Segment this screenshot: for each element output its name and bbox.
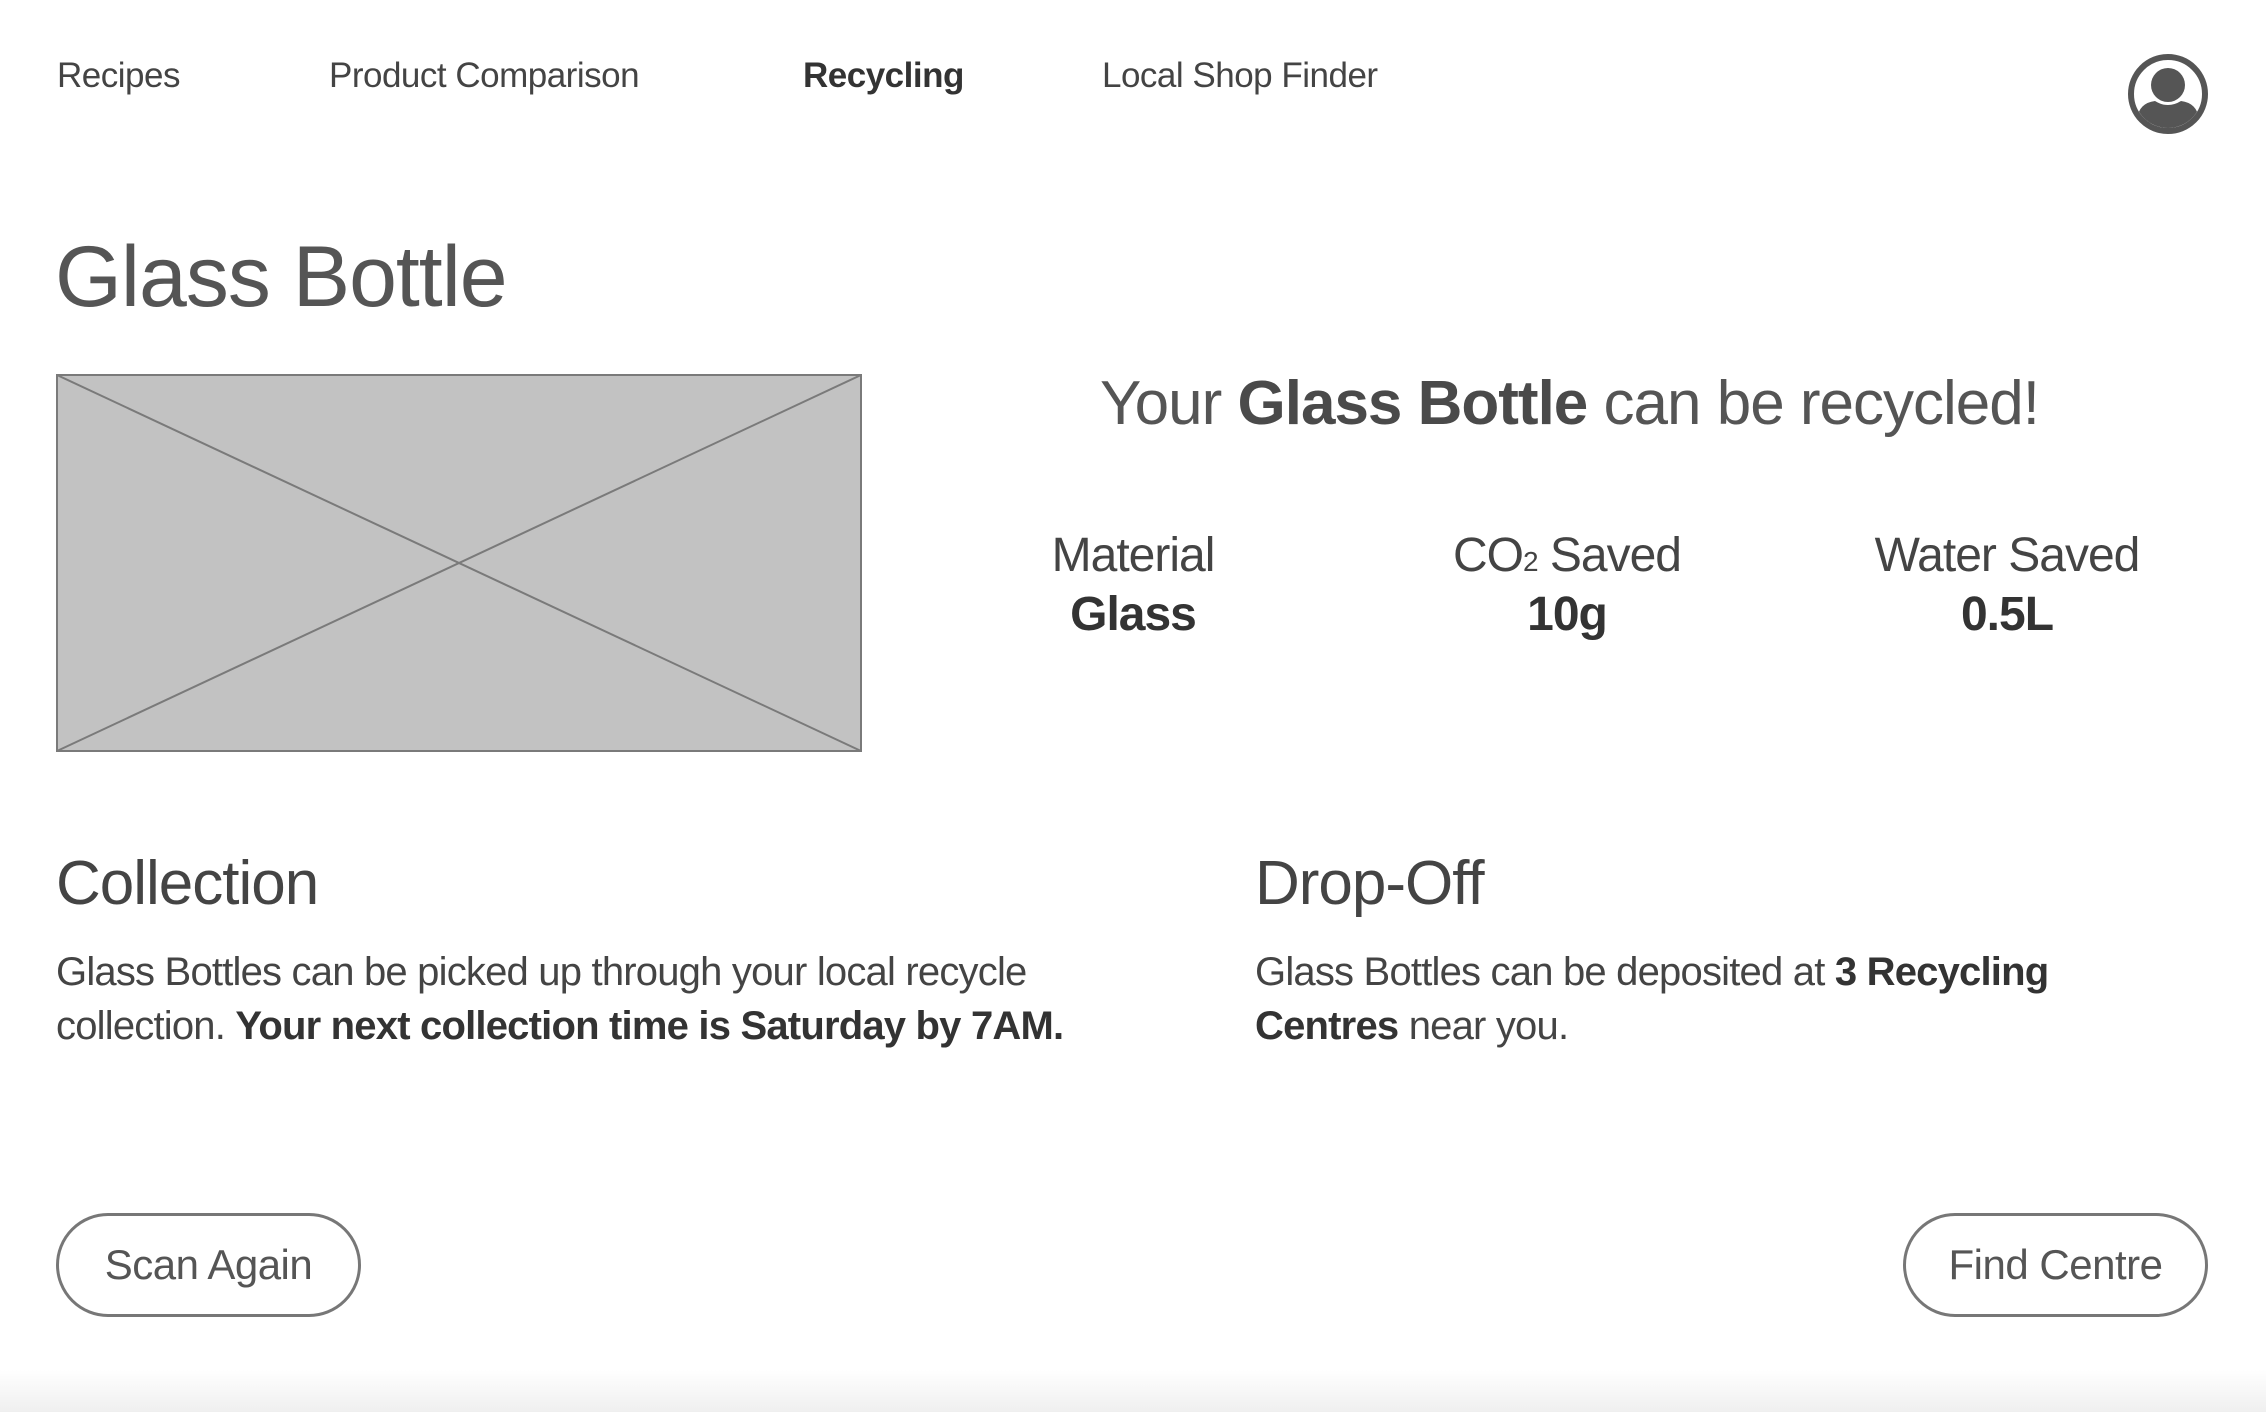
nav-item-recipes[interactable]: Recipes	[57, 56, 180, 96]
collection-description: Glass Bottles can be picked up through y…	[56, 945, 1176, 1053]
stat-value: 0.5L	[1960, 588, 2054, 641]
image-placeholder-icon	[56, 374, 862, 752]
stat-label-subscript: 2	[1522, 546, 1539, 577]
user-avatar-button[interactable]	[2127, 53, 2209, 135]
dropoff-text-after: near you.	[1408, 1004, 1569, 1048]
headline-product: Glass Bottle	[1237, 369, 1589, 438]
page-title: Glass Bottle	[55, 229, 508, 325]
user-circle-icon	[2128, 54, 2208, 134]
dropoff-description: Glass Bottles can be deposited at 3 Recy…	[1255, 945, 2135, 1053]
find-centre-button[interactable]: Find Centre	[1903, 1213, 2208, 1317]
collection-title: Collection	[56, 849, 319, 918]
stat-value: 10g	[1527, 588, 1608, 641]
dropoff-title: Drop-Off	[1255, 849, 1485, 918]
nav-item-product-comparison[interactable]: Product Comparison	[329, 56, 640, 96]
stat-co2-saved: CO2 Saved 10g	[1397, 528, 1737, 642]
stat-label-rest: Saved	[1537, 529, 1682, 582]
stat-value: Glass	[1070, 588, 1197, 641]
stat-water-saved: Water Saved 0.5L	[1837, 528, 2177, 642]
stat-label-main: CO	[1452, 529, 1524, 582]
nav-item-local-shop-finder[interactable]: Local Shop Finder	[1102, 56, 1378, 96]
nav-item-recycling[interactable]: Recycling	[803, 56, 964, 96]
stat-label: CO2 Saved	[1397, 528, 1737, 583]
dropoff-text-before: Glass Bottles can be deposited at	[1255, 950, 1825, 994]
headline-suffix: can be recycled!	[1603, 369, 2040, 438]
stat-label: Material	[1051, 529, 1216, 582]
stat-material: Material Glass	[963, 528, 1303, 642]
headline-prefix: Your	[1100, 369, 1222, 438]
product-image-placeholder	[56, 374, 862, 752]
recyclable-headline: Your Glass Bottle can be recycled!	[1100, 368, 2040, 439]
stat-label: Water Saved	[1874, 529, 2141, 582]
collection-time: Your next collection time is Saturday by…	[235, 1004, 1064, 1048]
scan-again-button[interactable]: Scan Again	[56, 1213, 361, 1317]
